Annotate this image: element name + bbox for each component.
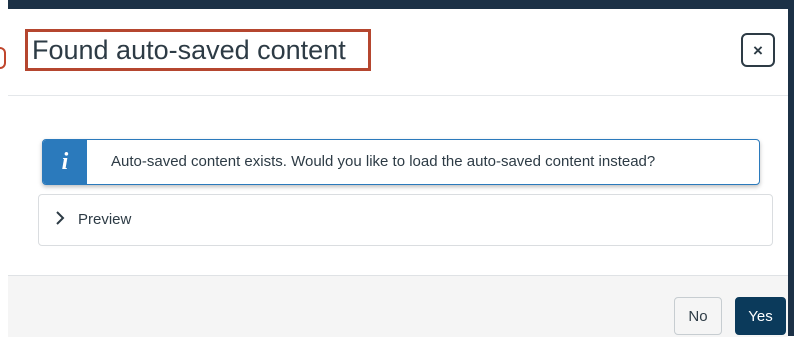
close-icon: ×	[753, 40, 763, 60]
alert-message: Auto-saved content exists. Would you lik…	[111, 153, 656, 170]
chevron-right-icon	[55, 211, 65, 225]
annotation-marker	[0, 47, 6, 69]
no-button[interactable]: No	[674, 297, 722, 335]
window-edge-top	[8, 0, 794, 9]
window-edge-right	[788, 0, 794, 336]
dialog-body: i Auto-saved content exists. Would you l…	[8, 96, 788, 282]
dialog-title: Found auto-saved content	[32, 35, 346, 65]
preview-toggle[interactable]: Preview	[38, 194, 773, 246]
dialog-header: Found auto-saved content ×	[0, 9, 788, 96]
yes-button[interactable]: Yes	[735, 297, 786, 335]
info-alert: i Auto-saved content exists. Would you l…	[42, 139, 760, 185]
screen: Found auto-saved content × i Auto-saved …	[0, 0, 794, 337]
info-icon: i	[43, 140, 87, 184]
close-button[interactable]: ×	[741, 33, 775, 67]
dialog-footer: No Yes	[8, 275, 788, 337]
preview-label: Preview	[78, 211, 132, 228]
info-icon-glyph: i	[61, 148, 69, 175]
auto-saved-dialog: Found auto-saved content × i Auto-saved …	[0, 9, 788, 337]
